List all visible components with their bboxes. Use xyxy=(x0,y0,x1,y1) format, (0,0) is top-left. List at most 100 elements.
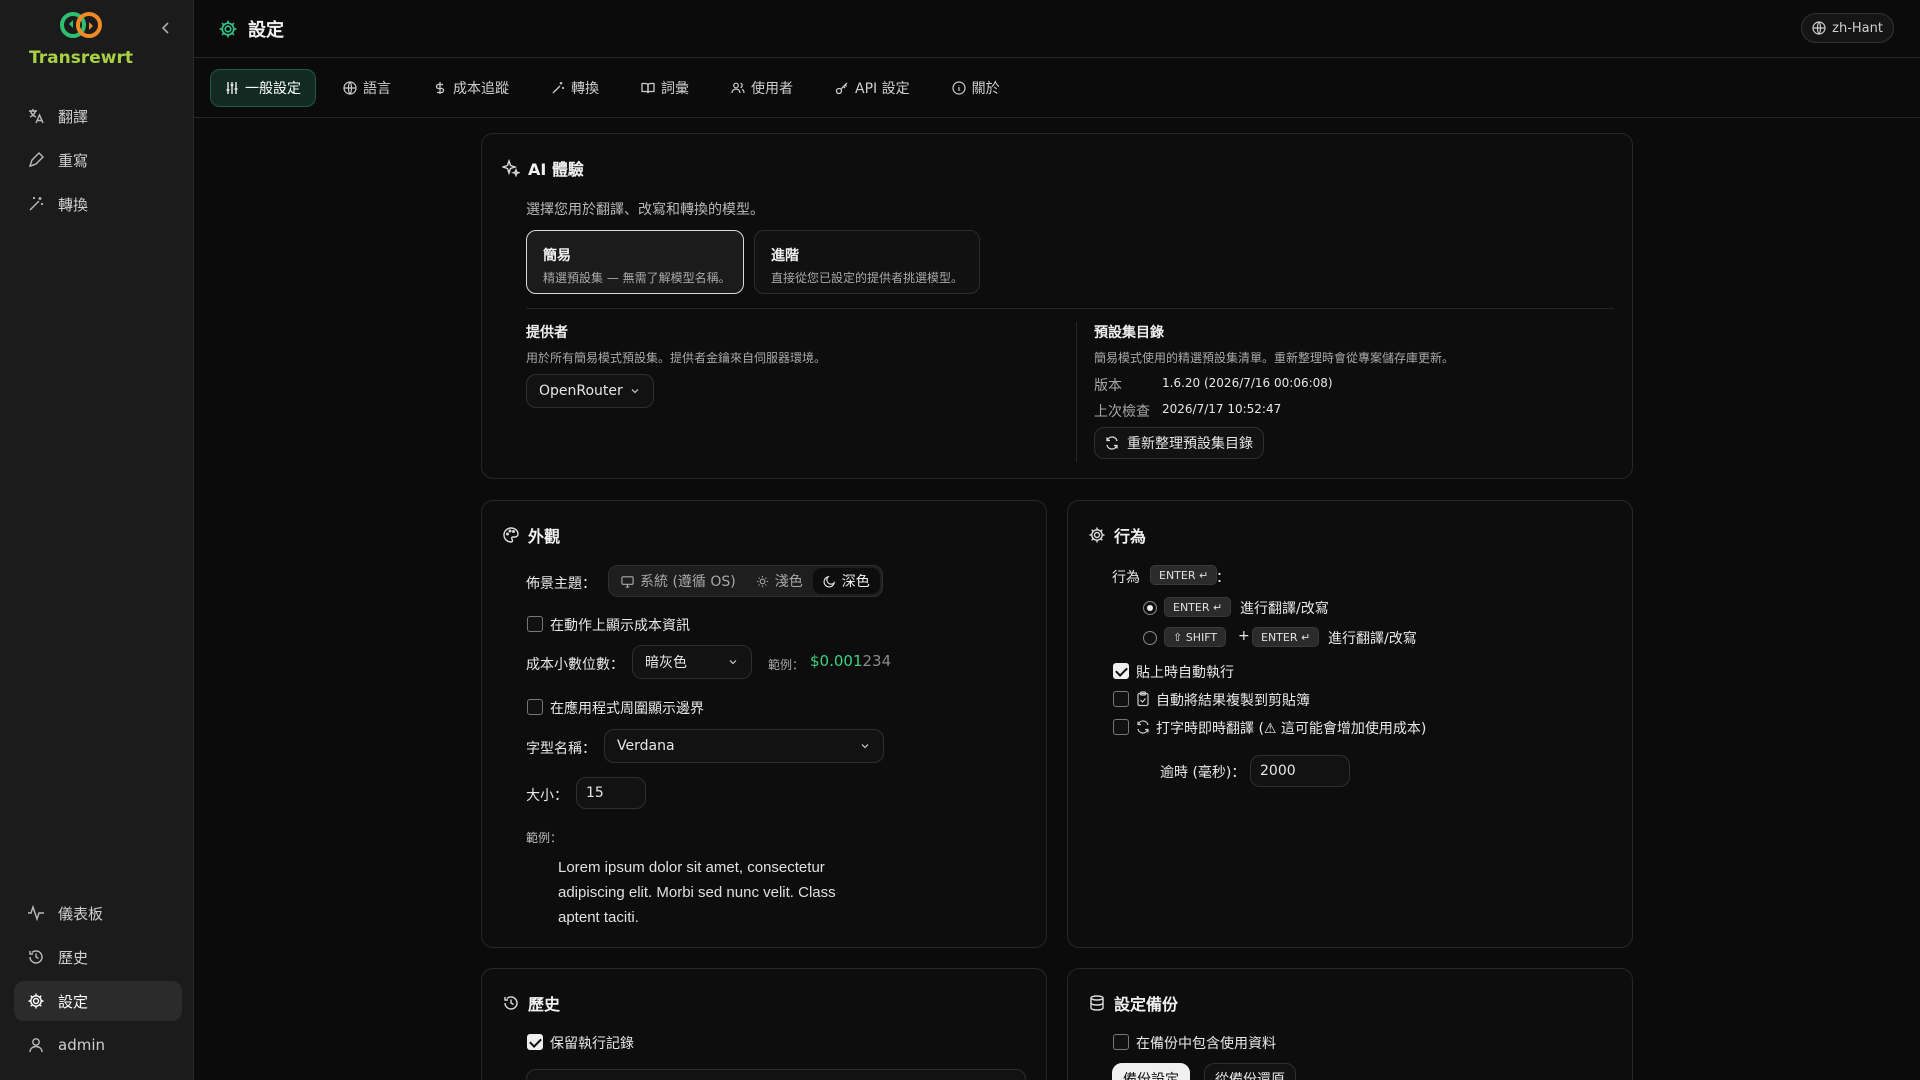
enter-to-translate-radio[interactable] xyxy=(1143,601,1157,615)
sidebar-item-label: 儀表板 xyxy=(58,904,104,923)
provider-description: 用於所有簡易模式預設集。提供者金鑰來自伺服器環境。 xyxy=(526,351,827,365)
settings-tabs: 一般設定 語言 成本追蹤 轉換 詞彙 使用者 API 設定 關於 xyxy=(194,58,1920,118)
size-input[interactable]: 15 xyxy=(576,777,646,809)
restore-button-label: 從備份還原 xyxy=(1215,1072,1285,1080)
card-title: 外觀 xyxy=(502,523,560,547)
font-sample: Lorem ipsum dolor sit amet, consectetur … xyxy=(558,855,836,930)
theme-option-light[interactable]: 淺色 xyxy=(746,568,813,594)
refresh-label: 重新整理預設集目錄 xyxy=(1127,436,1253,452)
app-logo[interactable]: Transrewrt xyxy=(26,12,136,68)
key-icon xyxy=(835,81,849,95)
tab-api-settings[interactable]: API 設定 xyxy=(820,69,925,107)
restore-backup-button[interactable]: 從備份還原 xyxy=(1204,1063,1296,1080)
tab-label: 使用者 xyxy=(751,80,793,97)
monitor-icon xyxy=(621,575,634,588)
refresh-icon xyxy=(1105,436,1119,450)
mode-advanced-button[interactable]: 進階 直接從您已設定的提供者挑選模型。 xyxy=(754,230,980,294)
decimals-select[interactable]: 暗灰色 xyxy=(632,645,752,679)
sidebar-item-label: 重寫 xyxy=(58,151,89,170)
font-label: 字型名稱： xyxy=(526,741,596,757)
sidebar-item-rewrite[interactable]: 重寫 xyxy=(14,140,182,180)
tab-label: 關於 xyxy=(971,80,1000,97)
size-value: 15 xyxy=(586,785,604,801)
card-title: AI 體驗 xyxy=(502,156,584,180)
timeout-input[interactable]: 2000 xyxy=(1250,755,1350,787)
tab-users[interactable]: 使用者 xyxy=(716,69,808,107)
tab-cost-tracking[interactable]: 成本追蹤 xyxy=(418,69,524,107)
mode-desc: 精選預設集 — 無需了解模型名稱。 xyxy=(543,271,731,285)
tab-label: 成本追蹤 xyxy=(453,80,509,97)
chevron-down-icon xyxy=(631,389,639,394)
plus-sign: + xyxy=(1238,628,1250,644)
mode-simple-button[interactable]: 簡易 精選預設集 — 無需了解模型名稱。 xyxy=(526,230,744,294)
sidebar-item-settings[interactable]: 設定 xyxy=(14,981,182,1021)
font-select[interactable]: Verdana xyxy=(604,729,884,763)
sidebar-item-user[interactable]: admin xyxy=(14,1025,182,1065)
cost-example: $0.001234 xyxy=(810,652,891,670)
live-translate-checkbox[interactable] xyxy=(1113,719,1129,735)
translate-icon xyxy=(26,106,46,126)
chevron-down-icon xyxy=(729,660,737,665)
auto-run-checkbox[interactable] xyxy=(1113,663,1129,679)
version-label: 版本 xyxy=(1094,378,1122,394)
option2-label: 進行翻譯/改寫 xyxy=(1328,631,1417,647)
refresh-catalog-button[interactable]: 重新整理預設集目錄 xyxy=(1094,427,1264,459)
sidebar-item-dashboard[interactable]: 儀表板 xyxy=(14,893,182,933)
history-field[interactable] xyxy=(526,1069,1026,1080)
activity-icon xyxy=(26,903,46,923)
mode-desc: 直接從您已設定的提供者挑選模型。 xyxy=(771,271,964,285)
provider-select[interactable]: OpenRouter xyxy=(526,374,654,408)
provider-value: OpenRouter xyxy=(539,383,623,399)
include-usage-checkbox[interactable] xyxy=(1113,1034,1129,1050)
sidebar-item-translate[interactable]: 翻譯 xyxy=(14,96,182,136)
moon-icon xyxy=(823,575,836,588)
vertical-divider xyxy=(1076,322,1077,462)
tab-about[interactable]: 關於 xyxy=(937,69,1015,107)
enter-key-badge: ENTER ↵ xyxy=(1164,597,1232,617)
auto-run-label: 貼上時自動執行 xyxy=(1136,665,1234,681)
last-check-label: 上次檢查 xyxy=(1094,404,1150,420)
example-label: 範例： xyxy=(768,658,805,672)
mode-title: 進階 xyxy=(771,248,799,264)
theme-label: 佈景主題： xyxy=(526,576,596,592)
app-root: Transrewrt 翻譯 重寫 轉換 儀表板 歷史 設定 admin 設定 z… xyxy=(0,0,1920,1080)
cost-example-dim: 234 xyxy=(862,652,892,670)
clipboard-icon xyxy=(1136,691,1150,707)
sliders-icon xyxy=(225,81,239,95)
wand-icon xyxy=(26,194,46,214)
keep-history-checkbox[interactable] xyxy=(527,1034,543,1050)
tab-label: API 設定 xyxy=(855,80,910,97)
mode-title: 簡易 xyxy=(543,248,571,264)
info-icon xyxy=(952,80,966,95)
show-border-checkbox[interactable] xyxy=(527,699,543,715)
tab-language[interactable]: 語言 xyxy=(328,69,406,107)
copy-result-checkbox[interactable] xyxy=(1113,691,1129,707)
language-selector[interactable]: zh-Hant xyxy=(1801,13,1894,43)
globe-icon xyxy=(1812,21,1826,35)
behavior-colon: ： xyxy=(1216,570,1230,586)
tab-label: 一般設定 xyxy=(245,80,301,97)
theme-option-dark[interactable]: 深色 xyxy=(812,568,880,594)
sidebar-item-history[interactable]: 歷史 xyxy=(14,937,182,977)
show-cost-label: 在動作上顯示成本資訊 xyxy=(550,618,690,634)
tab-glossary[interactable]: 詞彙 xyxy=(626,69,704,107)
sidebar-nav-bottom: 儀表板 歷史 設定 admin xyxy=(14,893,182,1069)
collapse-sidebar-button[interactable] xyxy=(158,18,174,38)
theme-option-system[interactable]: 系統 (遵循 OS) xyxy=(611,568,746,594)
shift-enter-to-translate-radio[interactable] xyxy=(1143,631,1157,645)
show-cost-checkbox[interactable] xyxy=(527,616,543,632)
tab-convert[interactable]: 轉換 xyxy=(536,69,614,107)
tab-general[interactable]: 一般設定 xyxy=(210,68,316,107)
timeout-value: 2000 xyxy=(1260,763,1296,779)
sample-line: adipiscing elit. Morbi sed nunc velit. C… xyxy=(558,884,836,901)
tab-label: 語言 xyxy=(363,80,391,97)
chevron-down-icon xyxy=(861,744,869,749)
font-value: Verdana xyxy=(617,738,675,754)
sidebar-item-convert[interactable]: 轉換 xyxy=(14,184,182,224)
sidebar-item-label: 設定 xyxy=(58,992,89,1011)
card-title: 設定備份 xyxy=(1088,991,1178,1015)
book-icon xyxy=(641,81,655,95)
enter-key-badge: ENTER ↵ xyxy=(1252,627,1320,647)
backup-settings-button[interactable]: 備份設定 xyxy=(1112,1063,1190,1080)
sun-icon xyxy=(756,575,769,588)
